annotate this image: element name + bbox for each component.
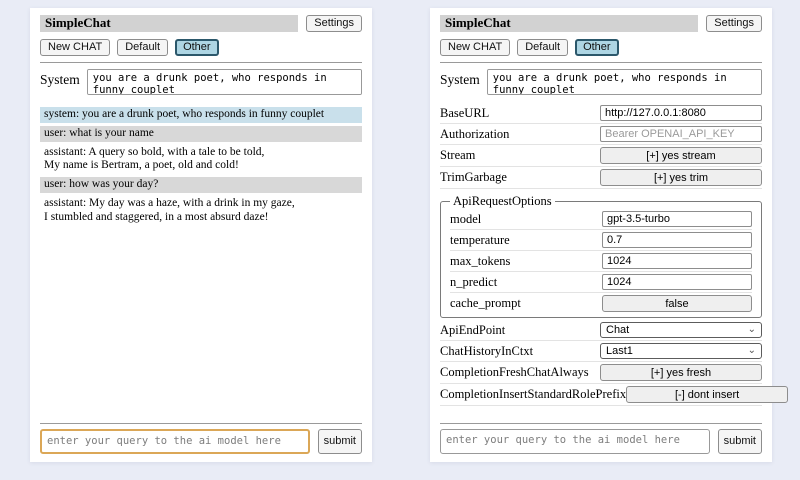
fieldset-legend: ApiRequestOptions (450, 194, 555, 209)
new-chat-button[interactable]: New CHAT (440, 39, 510, 56)
divider (40, 62, 362, 63)
session-button-default[interactable]: Default (517, 39, 568, 56)
setting-row-baseurl: BaseURL (440, 103, 762, 124)
setting-row-apiendpoint: ApiEndPoint Chat ⌄ (440, 320, 762, 341)
session-button-other[interactable]: Other (175, 39, 219, 56)
setting-row-trimgarbage: TrimGarbage [+] yes trim (440, 167, 762, 189)
stream-toggle-button[interactable]: [+] yes stream (600, 147, 762, 164)
new-chat-button[interactable]: New CHAT (40, 39, 110, 56)
chevron-down-icon: ⌄ (748, 325, 756, 335)
system-prompt-label: System (40, 69, 80, 88)
setting-row-temperature: temperature (450, 230, 752, 251)
setting-label: model (450, 212, 481, 227)
divider (40, 423, 362, 424)
query-row: submit (440, 429, 762, 454)
setting-label: CompletionFreshChatAlways (440, 365, 589, 380)
settings-panel: SimpleChat Settings New CHAT Default Oth… (430, 8, 772, 462)
chat-message-list: system: you are a drunk poet, who respon… (40, 107, 362, 229)
authorization-input[interactable] (600, 126, 762, 142)
n-predict-input[interactable] (602, 274, 752, 290)
setting-row-authorization: Authorization (440, 124, 762, 145)
session-button-other[interactable]: Other (575, 39, 619, 56)
system-prompt-row: System you are a drunk poet, who respond… (40, 69, 362, 95)
setting-label: TrimGarbage (440, 170, 507, 185)
setting-label: max_tokens (450, 254, 510, 269)
setting-label: Stream (440, 148, 475, 163)
setting-row-stream: Stream [+] yes stream (440, 145, 762, 167)
empty-space (440, 406, 762, 417)
chat-panel: SimpleChat Settings New CHAT Default Oth… (30, 8, 372, 462)
setting-label: n_predict (450, 275, 497, 290)
setting-row-n-predict: n_predict (450, 272, 752, 293)
system-prompt-row: System you are a drunk poet, who respond… (440, 69, 762, 95)
setting-row-completioninsertstandardroleprefix: CompletionInsertStandardRolePrefix [-] d… (440, 384, 762, 406)
chat-message-system: system: you are a drunk poet, who respon… (40, 107, 362, 123)
api-request-options-fieldset: ApiRequestOptions model temperature max_… (440, 194, 762, 318)
settings-list: BaseURL Authorization Stream [+] yes str… (440, 103, 762, 406)
session-toolbar: New CHAT Default Other (40, 39, 362, 56)
chat-message-assistant: assistant: A query so bold, with a tale … (40, 145, 362, 175)
header: SimpleChat Settings (40, 15, 362, 32)
system-prompt-textarea[interactable]: you are a drunk poet, who responds in fu… (487, 69, 762, 95)
session-button-default[interactable]: Default (117, 39, 168, 56)
baseurl-input[interactable] (600, 105, 762, 121)
chat-message-user: user: how was your day? (40, 177, 362, 193)
setting-label: ChatHistoryInCtxt (440, 344, 533, 359)
settings-button[interactable]: Settings (706, 15, 762, 32)
app-title: SimpleChat (40, 15, 298, 32)
completion-fresh-toggle-button[interactable]: [+] yes fresh (600, 364, 762, 381)
apiendpoint-select[interactable]: Chat ⌄ (600, 322, 762, 338)
chathistoryinctxt-select[interactable]: Last1 ⌄ (600, 343, 762, 359)
app-title: SimpleChat (440, 15, 698, 32)
settings-button[interactable]: Settings (306, 15, 362, 32)
max-tokens-input[interactable] (602, 253, 752, 269)
query-row: submit (40, 429, 362, 454)
setting-label: BaseURL (440, 106, 489, 121)
query-input[interactable] (40, 429, 310, 454)
submit-button[interactable]: submit (318, 429, 362, 454)
divider (440, 423, 762, 424)
selected-option: Last1 (606, 345, 633, 357)
setting-label: cache_prompt (450, 296, 521, 311)
chat-message-assistant: assistant: My day was a haze, with a dri… (40, 196, 362, 226)
setting-row-max-tokens: max_tokens (450, 251, 752, 272)
setting-row-model: model (450, 209, 752, 230)
completion-insert-toggle-button[interactable]: [-] dont insert (626, 386, 788, 403)
trimgarbage-toggle-button[interactable]: [+] yes trim (600, 169, 762, 186)
chat-message-user: user: what is your name (40, 126, 362, 142)
divider (440, 62, 762, 63)
submit-button[interactable]: submit (718, 429, 762, 454)
cache-prompt-toggle-button[interactable]: false (602, 295, 752, 312)
setting-label: Authorization (440, 127, 509, 142)
system-prompt-label: System (440, 69, 480, 88)
query-input[interactable] (440, 429, 710, 454)
session-toolbar: New CHAT Default Other (440, 39, 762, 56)
setting-row-cache-prompt: cache_prompt false (450, 293, 752, 314)
temperature-input[interactable] (602, 232, 752, 248)
selected-option: Chat (606, 324, 629, 336)
model-input[interactable] (602, 211, 752, 227)
empty-space (40, 229, 362, 417)
setting-label: temperature (450, 233, 510, 248)
setting-label: CompletionInsertStandardRolePrefix (440, 387, 626, 402)
setting-label: ApiEndPoint (440, 323, 505, 338)
system-prompt-textarea[interactable]: you are a drunk poet, who responds in fu… (87, 69, 362, 95)
setting-row-chathistoryinctxt: ChatHistoryInCtxt Last1 ⌄ (440, 341, 762, 362)
setting-row-completionfreshchatalways: CompletionFreshChatAlways [+] yes fresh (440, 362, 762, 384)
chevron-down-icon: ⌄ (748, 346, 756, 356)
header: SimpleChat Settings (440, 15, 762, 32)
